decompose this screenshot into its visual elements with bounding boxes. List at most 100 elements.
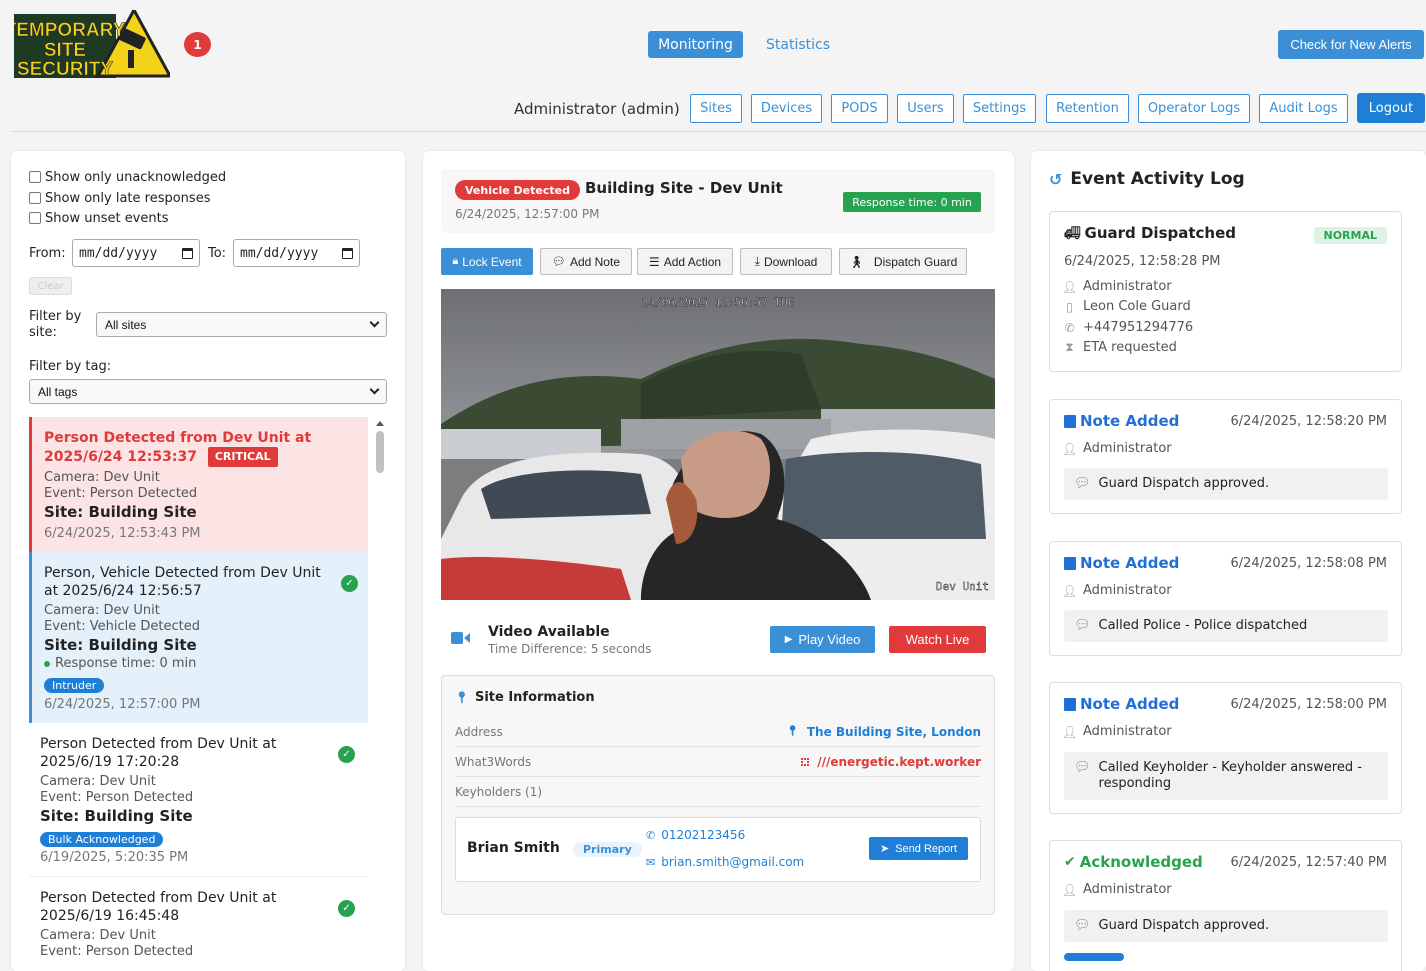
event-time: 6/19/2025, 5:20:35 PM <box>40 850 189 865</box>
log-date: 6/24/2025, 12:57:40 PM <box>1230 855 1388 870</box>
keyholder-email[interactable]: ✉ brian.smith@gmail.com <box>646 855 804 869</box>
map-marker-icon: 📍︎ <box>786 726 799 737</box>
site-filter-select[interactable]: All sites <box>96 312 387 337</box>
add-note-button[interactable]: 💬︎ Add Note <box>540 248 632 275</box>
log-entry-guard-dispatched: 🚚︎ Guard Dispatched NORMAL 6/24/2025, 12… <box>1049 211 1402 372</box>
paper-plane-icon: ➤ <box>880 843 890 855</box>
check-circle-icon: ✓ <box>338 900 355 917</box>
nav-devices-button[interactable]: Devices <box>751 94 822 123</box>
site-info-header: 📍︎ Site Information <box>455 690 595 705</box>
log-entry-note-added: Note Added 6/24/2025, 12:58:20 PM 👤︎ Admi… <box>1049 399 1402 514</box>
keyholder-name: Brian Smith <box>467 840 560 856</box>
unacknowledged-checkbox[interactable] <box>29 171 41 183</box>
from-date-input[interactable]: mm/dd/yyyy <box>72 239 200 267</box>
unset-events-checkbox[interactable] <box>29 212 41 224</box>
event-camera: Camera: Dev Unit <box>40 928 156 943</box>
id-card-icon: ▯ <box>1066 299 1073 314</box>
filter-late-responses[interactable]: Show only late responses <box>29 189 210 207</box>
event-type: Event: Person Detected <box>40 944 194 959</box>
event-list-scrollbar[interactable] <box>373 419 387 959</box>
send-report-button[interactable]: ➤ Send Report <box>869 837 968 860</box>
download-icon: ⤓ <box>754 254 760 268</box>
svg-text:TEMPORARY: TEMPORARY <box>14 20 126 41</box>
log-note: 💬︎ Guard Dispatch approved. <box>1064 468 1388 500</box>
to-label: To: <box>208 246 227 261</box>
event-list-panel: Show only unacknowledged Show only late … <box>11 151 405 971</box>
list-item-event-selected[interactable]: Person, Vehicle Detected from Dev Unit a… <box>29 552 368 723</box>
tab-monitoring[interactable]: Monitoring <box>648 31 743 58</box>
dispatch-guard-button[interactable]: 🚶︎ Dispatch Guard <box>839 248 967 275</box>
video-camera-icon <box>451 632 470 644</box>
nav-operator-logs-button[interactable]: Operator Logs <box>1138 94 1250 123</box>
svg-text:SECURITY: SECURITY <box>17 59 113 78</box>
log-eta: ⧗ ETA requested <box>1065 340 1177 355</box>
scroll-up-icon[interactable] <box>376 421 384 426</box>
log-note: 💬︎ Guard Dispatch approved. <box>1064 910 1388 942</box>
list-item-event[interactable]: Person Detected from Dev Unit at 2025/6/… <box>29 723 368 877</box>
lock-event-button[interactable]: 🔒︎ Lock Event <box>441 248 533 275</box>
header-divider <box>11 131 1426 132</box>
event-camera: Camera: Dev Unit <box>44 470 160 485</box>
event-title: Person, Vehicle Detected from Dev Unit a… <box>44 565 321 599</box>
nav-retention-button[interactable]: Retention <box>1046 94 1129 123</box>
user-icon: 👤︎ <box>1061 441 1078 456</box>
tab-statistics[interactable]: Statistics <box>760 31 836 58</box>
nav-settings-button[interactable]: Settings <box>963 94 1036 123</box>
play-video-button[interactable]: ▶ Play Video <box>770 626 875 653</box>
notification-badge[interactable]: 1 <box>184 32 211 57</box>
nav-sites-button[interactable]: Sites <box>690 94 742 123</box>
add-action-button[interactable]: ☰ Add Action <box>637 248 733 275</box>
list-item-event-critical[interactable]: Person Detected from Dev Unit at 2025/6/… <box>29 417 368 552</box>
log-note: 💬︎ Called Keyholder - Keyholder answered … <box>1064 752 1388 800</box>
keyholders-row: Keyholders (1) <box>455 777 981 807</box>
phone-icon: ✆ <box>646 828 656 842</box>
nav-users-button[interactable]: Users <box>897 94 954 123</box>
user-icon: 👤︎ <box>1061 279 1078 294</box>
person-walking-icon: 🚶︎ <box>848 254 864 269</box>
event-header: Vehicle Detected Building Site - Dev Uni… <box>441 169 995 233</box>
keyholder-card: Brian Smith Primary ✆ 01202123456 ✉ brian.… <box>455 817 981 882</box>
user-icon: 👤︎ <box>1061 882 1078 897</box>
comment-icon: 💬︎ <box>551 256 566 268</box>
logout-button[interactable]: Logout <box>1357 93 1425 123</box>
user-icon: 👤︎ <box>1061 583 1078 598</box>
nav-audit-logs-button[interactable]: Audit Logs <box>1259 94 1348 123</box>
log-user: 👤︎ Administrator <box>1061 279 1172 294</box>
nav-pods-button[interactable]: PODS <box>831 94 888 123</box>
status-dot-icon <box>44 661 50 667</box>
event-list: Person Detected from Dev Unit at 2025/6/… <box>29 417 368 971</box>
tag-filter-select[interactable]: All tags <box>29 379 387 404</box>
event-site: Site: Building Site <box>44 636 197 654</box>
event-type: Event: Vehicle Detected <box>44 619 200 634</box>
site-filter-label: Filter by site: <box>29 309 82 340</box>
watch-live-button[interactable]: Watch Live <box>889 626 986 653</box>
tag-badge: Bulk Acknowledged <box>40 828 164 847</box>
download-button[interactable]: ⤓ Download <box>740 248 832 275</box>
log-user: 👤︎ Administrator <box>1061 724 1172 739</box>
company-logo[interactable]: TEMPORARY SITE SECURITY <box>4 6 173 80</box>
comment-icon: 💬︎ <box>1074 618 1091 633</box>
check-icon: ✔ <box>1064 854 1076 870</box>
keyholder-phone[interactable]: ✆ 01202123456 <box>646 828 745 842</box>
check-alerts-button[interactable]: Check for New Alerts <box>1278 30 1424 59</box>
play-icon: ▶ <box>784 634 793 645</box>
camera-snapshot[interactable]: 24/06/2025 12:56:57 TUE Dev Unit <box>441 289 995 600</box>
what3words-link[interactable]: ///energetic.kept.worker <box>801 755 981 769</box>
event-response: Response time: 0 min <box>44 656 196 672</box>
event-type: Event: Person Detected <box>40 790 194 805</box>
tag-badge: Intruder <box>44 674 105 693</box>
list-item-event[interactable]: Person Detected from Dev Unit at 2025/6/… <box>29 877 368 971</box>
event-detail-panel: Vehicle Detected Building Site - Dev Uni… <box>423 151 1014 971</box>
calendar-icon[interactable] <box>182 247 193 259</box>
to-date-input[interactable]: mm/dd/yyyy <box>233 239 360 267</box>
filter-unset-events[interactable]: Show unset events <box>29 209 169 227</box>
scroll-thumb[interactable] <box>376 431 384 473</box>
late-responses-checkbox[interactable] <box>29 192 41 204</box>
tag-badge <box>1064 953 1124 961</box>
activity-log-title: ↺ Event Activity Log <box>1049 169 1245 189</box>
clear-dates-button[interactable]: Clear <box>29 277 72 295</box>
log-user: 👤︎ Administrator <box>1061 441 1172 456</box>
calendar-icon[interactable] <box>342 247 353 259</box>
address-link[interactable]: 📍︎ The Building Site, London <box>786 725 981 739</box>
filter-unacknowledged[interactable]: Show only unacknowledged <box>29 168 226 186</box>
